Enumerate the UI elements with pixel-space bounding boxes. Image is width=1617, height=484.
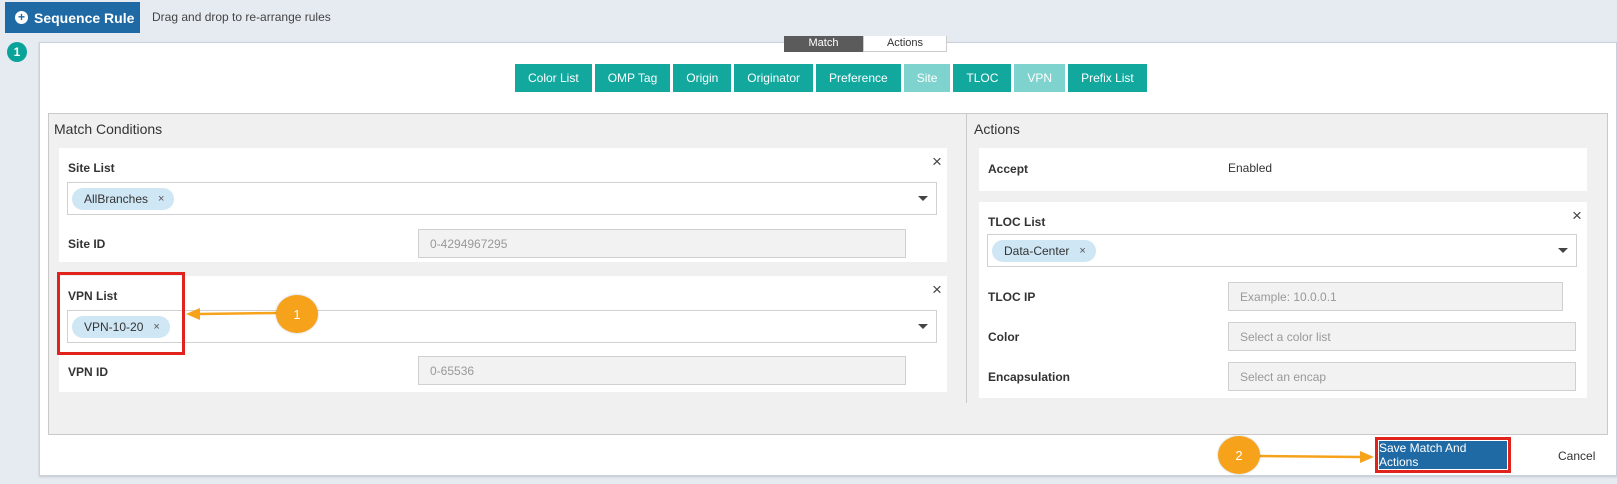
arrow-2-line: [1256, 454, 1361, 459]
arrow-1-line: [197, 311, 279, 316]
callout-badge-1: 1: [276, 295, 318, 333]
arrow-2-head: [1360, 451, 1374, 463]
callout-badge-2: 2: [1218, 436, 1260, 474]
arrow-1-head: [186, 308, 200, 320]
callout-arrows: [186, 308, 1374, 463]
